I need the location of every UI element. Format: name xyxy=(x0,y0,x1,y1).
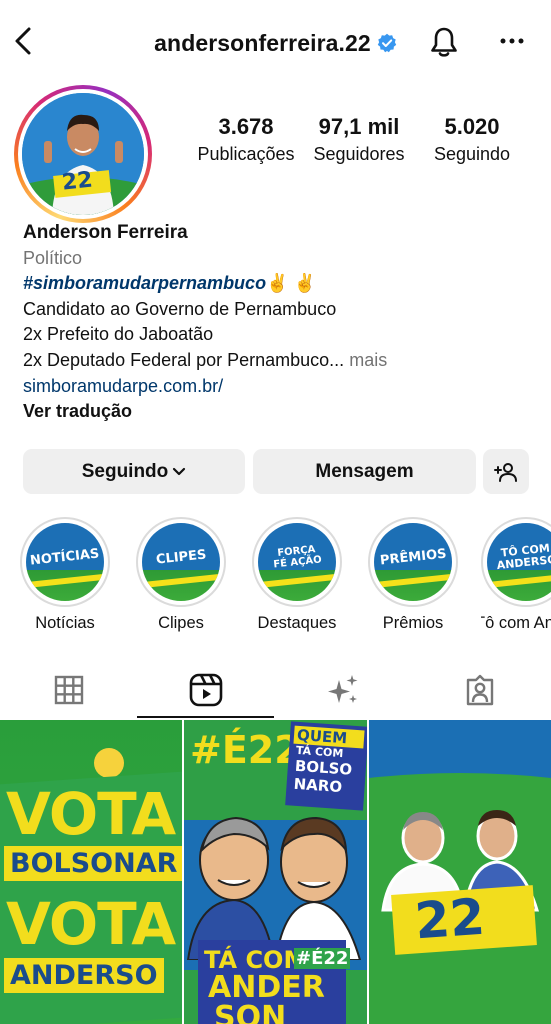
post-tag: ANDERSO xyxy=(4,958,164,993)
message-button-label: Mensagem xyxy=(315,460,414,482)
posts-value: 3.678 xyxy=(218,114,274,139)
tab-sparkles[interactable] xyxy=(274,660,411,720)
profile-title: andersonferreira.22 xyxy=(0,28,551,58)
hashtag-line: #simboramudarpernambuco✌️ ✌️ xyxy=(23,271,533,297)
posts-label: Publicações xyxy=(197,144,295,164)
add-user-icon xyxy=(494,462,517,482)
following-button[interactable]: Seguindo xyxy=(23,449,245,494)
profile-bio: Anderson Ferreira Político #simboramudar… xyxy=(23,220,533,425)
post-number: 22 xyxy=(413,887,487,951)
following-value: 5.020 xyxy=(444,114,500,139)
post-text: #É22 xyxy=(190,728,301,772)
bio-line-3: 2x Deputado Federal por Pernambuco... xyxy=(23,349,345,370)
followers-label: Seguidores xyxy=(313,144,405,164)
tab-tagged[interactable] xyxy=(411,660,548,720)
more-options-button[interactable] xyxy=(495,28,529,54)
highlight-clipes[interactable]: CLIPES Clipes xyxy=(133,517,229,633)
highlight-label: Notícias xyxy=(35,614,95,632)
reel-thumbnail[interactable]: #É22 QUEM TÁ COM BOLSO NARO TÁ COM #É22 … xyxy=(184,720,367,1024)
avatar[interactable]: 22 xyxy=(22,93,144,215)
avatar-number: 22 xyxy=(60,167,94,196)
more-horizontal-icon xyxy=(500,38,524,44)
profile-tabs xyxy=(0,660,551,720)
highlight-label: Destaques xyxy=(257,614,337,632)
reels-grid: VOTA BOLSONAR VOTA ANDERSO #É22 QUEM TÁ … xyxy=(0,720,551,1024)
profile-photo xyxy=(22,93,144,215)
bio-line-3-wrap: 2x Deputado Federal por Pernambuco... ma… xyxy=(23,348,533,374)
sparkles-icon xyxy=(327,675,357,703)
highlight-label: Prêmios xyxy=(382,614,444,632)
emoji-sticker xyxy=(94,748,124,778)
hashtag-link[interactable]: #simboramudarpernambuco xyxy=(23,273,266,293)
website-link[interactable]: simboramudarpe.com.br/ xyxy=(23,374,533,400)
post-tag: BOLSONAR xyxy=(4,846,182,881)
tab-posts-grid[interactable] xyxy=(0,660,137,720)
verified-badge-icon xyxy=(377,33,397,53)
following-count[interactable]: 5.020 Seguindo xyxy=(424,114,520,165)
bio-line-1: Candidato ao Governo de Pernambuco xyxy=(23,298,337,319)
highlight-noticias[interactable]: NOTÍCIAS Notícias xyxy=(17,517,113,633)
highlight-cover-text: FORÇA FÉ AÇÃO xyxy=(272,544,323,571)
notifications-button[interactable] xyxy=(427,24,461,60)
active-tab-indicator xyxy=(137,716,274,718)
followers-value: 97,1 mil xyxy=(318,114,400,139)
post-text: VOTA xyxy=(6,890,176,958)
highlight-premios[interactable]: PRÊMIOS Prêmios xyxy=(365,517,461,633)
highlight-cover-text: PRÊMIOS xyxy=(379,546,447,568)
bell-icon xyxy=(431,27,457,57)
more-link[interactable]: mais xyxy=(349,350,387,370)
victory-emoji: ✌️ ✌️ xyxy=(266,273,316,294)
grid-icon xyxy=(54,675,83,705)
illustrated-candidates xyxy=(186,816,362,960)
reel-thumbnail[interactable]: VOTA BOLSONAR VOTA ANDERSO xyxy=(0,720,182,1024)
reel-thumbnail[interactable]: 22 xyxy=(369,720,551,1024)
message-button[interactable]: Mensagem xyxy=(253,449,476,494)
profile-category: Político xyxy=(23,247,83,268)
highlight-label: Tô com An xyxy=(481,614,551,632)
highlight-cover-text: NOTÍCIAS xyxy=(29,545,101,569)
story-ring[interactable]: 22 xyxy=(14,85,152,223)
top-bar: andersonferreira.22 xyxy=(0,0,551,86)
followers-count[interactable]: 97,1 mil Seguidores xyxy=(306,114,412,165)
translate-link[interactable]: Ver tradução xyxy=(23,399,533,425)
following-label: Seguindo xyxy=(433,144,511,164)
tagged-person-icon xyxy=(466,674,493,706)
suggested-users-button[interactable] xyxy=(483,449,529,494)
highlight-cover-text: CLIPES xyxy=(155,546,207,568)
highlight-to-com-anderson[interactable]: TÔ COM ANDERSON Tô com An xyxy=(481,517,551,633)
highlight-destaques[interactable]: FORÇA FÉ AÇÃO Destaques xyxy=(249,517,345,633)
highlight-cover-text: TÔ COM ANDERSON xyxy=(496,541,551,573)
post-text: #É22 xyxy=(294,948,351,969)
post-text: VOTA xyxy=(6,780,176,848)
username: andersonferreira.22 xyxy=(154,29,371,56)
profile-name: Anderson Ferreira xyxy=(23,222,188,243)
tab-reels[interactable] xyxy=(137,660,274,720)
chevron-down-icon xyxy=(173,467,186,475)
post-text: SON xyxy=(214,1000,287,1024)
posts-count[interactable]: 3.678 Publicações xyxy=(194,114,298,165)
bio-line-2: 2x Prefeito do Jaboatão xyxy=(23,324,214,345)
highlight-label: Clipes xyxy=(158,614,204,632)
candidates-photo xyxy=(369,773,551,1024)
reels-icon xyxy=(189,673,222,707)
following-button-label: Seguindo xyxy=(81,460,169,482)
